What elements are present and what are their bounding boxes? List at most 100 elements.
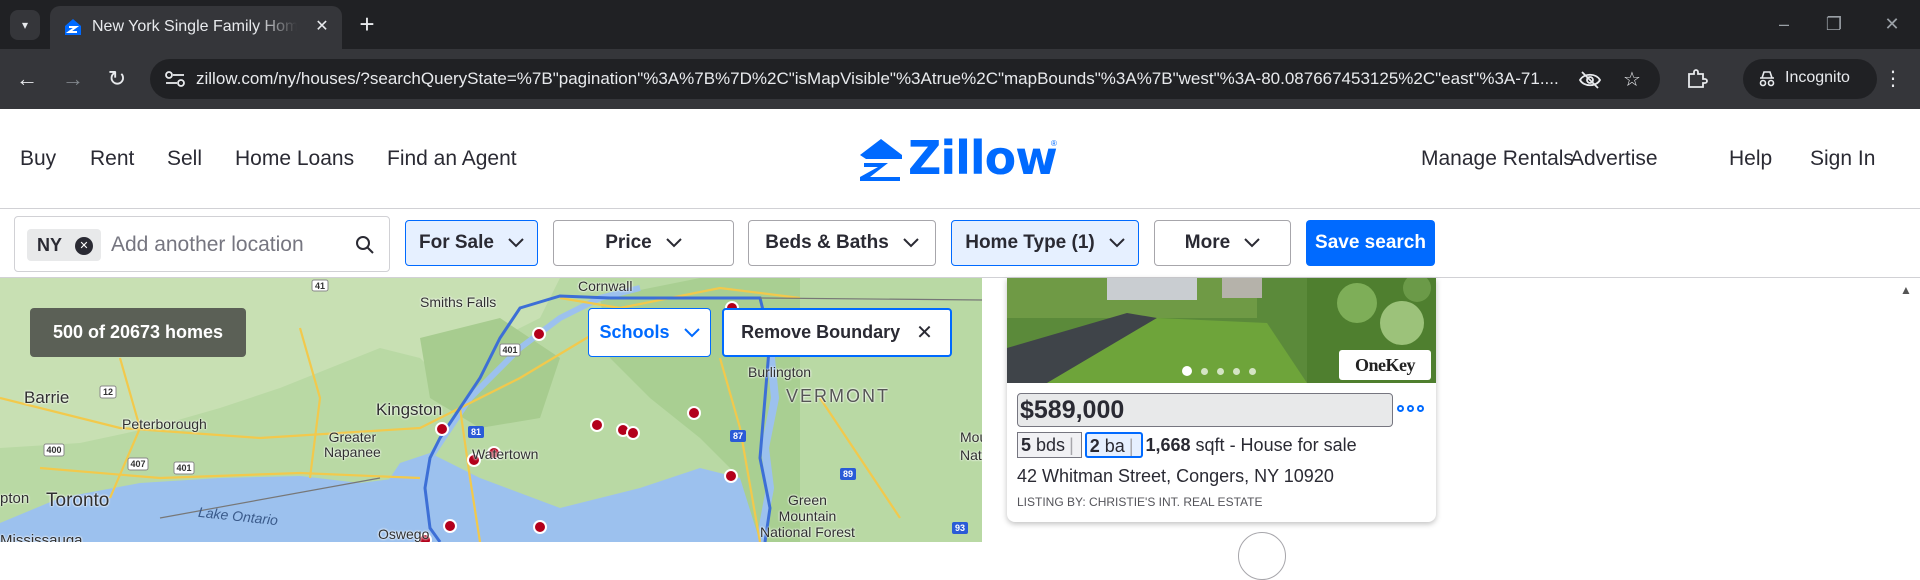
map-label-burlington: Burlington <box>748 364 812 380</box>
onekey-logo: OneKey <box>1339 350 1431 380</box>
extensions-icon[interactable] <box>1682 64 1712 94</box>
map-marker <box>532 327 546 341</box>
svg-text:12: 12 <box>103 387 113 397</box>
chevron-down-icon <box>666 238 682 248</box>
browser-tab[interactable]: New York Single Family Homes ✕ <box>50 6 342 49</box>
carousel-dot[interactable] <box>1201 367 1208 375</box>
hwy-401b: 401 <box>173 461 195 475</box>
remove-boundary-button[interactable]: Remove Boundary ✕ <box>722 308 952 357</box>
browser-tab-bar: ▾ New York Single Family Homes ✕ + – ❐ ✕ <box>0 0 1920 49</box>
hwy-400: 400 <box>43 443 65 457</box>
reload-icon[interactable]: ↻ <box>102 64 132 94</box>
map-marker <box>443 519 457 533</box>
schools-label: Schools <box>599 322 670 342</box>
photo-carousel-dots <box>1182 366 1262 376</box>
close-window-icon[interactable]: ✕ <box>1880 12 1904 36</box>
listing-photo[interactable]: OneKey <box>1007 278 1436 383</box>
schools-button[interactable]: Schools <box>588 308 711 357</box>
back-icon[interactable]: ← <box>12 64 42 94</box>
nav-manage-rentals[interactable]: Manage Rentals <box>1421 147 1574 171</box>
price-filter[interactable]: Price <box>553 220 734 266</box>
eye-off-icon[interactable] <box>1578 68 1602 92</box>
beds-baths-filter[interactable]: Beds & Baths <box>748 220 936 266</box>
hwy-41: 41 <box>311 279 329 292</box>
carousel-dot[interactable] <box>1217 367 1224 375</box>
svg-text:87: 87 <box>733 431 743 441</box>
map-label-peterborough: Peterborough <box>122 416 207 432</box>
star-icon[interactable]: ☆ <box>1620 68 1644 92</box>
incognito-profile-button[interactable]: Incognito <box>1743 59 1877 99</box>
carousel-dot[interactable] <box>1249 367 1256 375</box>
search-icon[interactable] <box>355 235 375 255</box>
svg-text:400: 400 <box>46 445 61 455</box>
hwy-89: 89 <box>840 468 856 480</box>
map-marker <box>724 469 738 483</box>
svg-text:41: 41 <box>315 281 325 291</box>
for-sale-label: For Sale <box>419 232 494 253</box>
chevron-down-icon <box>508 238 524 248</box>
listing-address[interactable]: 42 Whitman Street, Congers, NY 10920 <box>1017 466 1334 487</box>
kebab-menu-icon[interactable]: ⋮ <box>1878 64 1908 94</box>
carousel-dot[interactable] <box>1233 367 1240 375</box>
site-info-icon[interactable] <box>164 69 186 89</box>
nav-home-loans[interactable]: Home Loans <box>235 147 354 171</box>
save-search-button[interactable]: Save search <box>1306 220 1435 266</box>
tab-list-icon[interactable]: ▾ <box>10 10 40 40</box>
for-sale-filter[interactable]: For Sale <box>405 220 538 266</box>
listing-agent: LISTING BY: CHRISTIE'S INT. REAL ESTATE <box>1017 495 1263 509</box>
close-icon[interactable]: ✕ <box>312 17 332 37</box>
nav-buy[interactable]: Buy <box>20 147 56 171</box>
more-options-icon[interactable] <box>1395 396 1425 420</box>
beds-baths-label: Beds & Baths <box>765 232 889 253</box>
hwy-401: 401 <box>499 343 521 357</box>
url-text[interactable]: zillow.com/ny/houses/?searchQueryState=%… <box>196 69 1606 91</box>
location-chip[interactable]: NY ✕ <box>27 229 101 261</box>
map-label-vermont: VERMONT <box>786 386 890 406</box>
nav-find-an-agent[interactable]: Find an Agent <box>387 147 517 171</box>
zillow-logo-icon <box>860 139 902 181</box>
incognito-icon <box>1759 71 1775 87</box>
svg-text:401: 401 <box>502 345 517 355</box>
address-bar[interactable]: zillow.com/ny/houses/?searchQueryState=%… <box>150 59 1660 99</box>
filter-bar: NY ✕ For Sale Price Beds & Baths Home Ty… <box>0 210 1920 278</box>
svg-text:89: 89 <box>843 469 853 479</box>
nav-advertise[interactable]: Advertise <box>1570 147 1658 171</box>
location-chip-label: NY <box>37 235 63 255</box>
map-label-oswego: Oswego <box>378 526 430 542</box>
carousel-dot-active[interactable] <box>1182 366 1192 376</box>
sqft-unit: sqft <box>1195 434 1225 455</box>
nav-rent[interactable]: Rent <box>90 147 134 171</box>
restore-icon[interactable]: ❐ <box>1822 12 1846 36</box>
zillow-favicon <box>65 19 81 35</box>
more-filter[interactable]: More <box>1154 220 1291 266</box>
minimize-icon[interactable]: – <box>1772 12 1796 36</box>
scroll-up-arrow-icon[interactable]: ▲ <box>1899 283 1913 297</box>
price-label: Price <box>605 232 652 253</box>
nav-help[interactable]: Help <box>1729 147 1772 171</box>
svg-text:81: 81 <box>471 427 481 437</box>
new-tab-icon[interactable]: + <box>352 10 382 40</box>
home-type-filter[interactable]: Home Type (1) <box>951 220 1139 266</box>
zillow-logo[interactable]: Zillow ® <box>858 131 1060 185</box>
beds-spec: 5 bds | <box>1017 432 1082 458</box>
map-label-watertown: Watertown <box>472 446 539 462</box>
map-label-greater-napanee: Greater Napanee <box>324 429 381 460</box>
zillow-logo-text: Zillow <box>908 131 1058 185</box>
more-label: More <box>1184 232 1231 253</box>
map-label-barrie: Barrie <box>24 388 70 407</box>
map-label-cornwall: Cornwall <box>578 278 633 294</box>
listing-status: - House for sale <box>1229 434 1357 455</box>
forward-icon[interactable]: → <box>58 64 88 94</box>
map-marker <box>435 422 449 436</box>
map-marker <box>626 426 640 440</box>
nav-sell[interactable]: Sell <box>167 147 202 171</box>
hwy-93: 93 <box>952 522 968 534</box>
next-listing-card <box>1238 532 1286 580</box>
listing-card[interactable]: OneKey $589,000 5 bds | 2 ba | 1,668 sqft … <box>1007 278 1436 522</box>
svg-text:401: 401 <box>176 463 191 473</box>
remove-chip-icon[interactable]: ✕ <box>75 237 93 255</box>
close-icon: ✕ <box>916 322 933 344</box>
location-input[interactable] <box>111 231 341 259</box>
nav-sign-in[interactable]: Sign In <box>1810 147 1875 171</box>
location-search-box[interactable]: NY ✕ <box>14 216 390 272</box>
